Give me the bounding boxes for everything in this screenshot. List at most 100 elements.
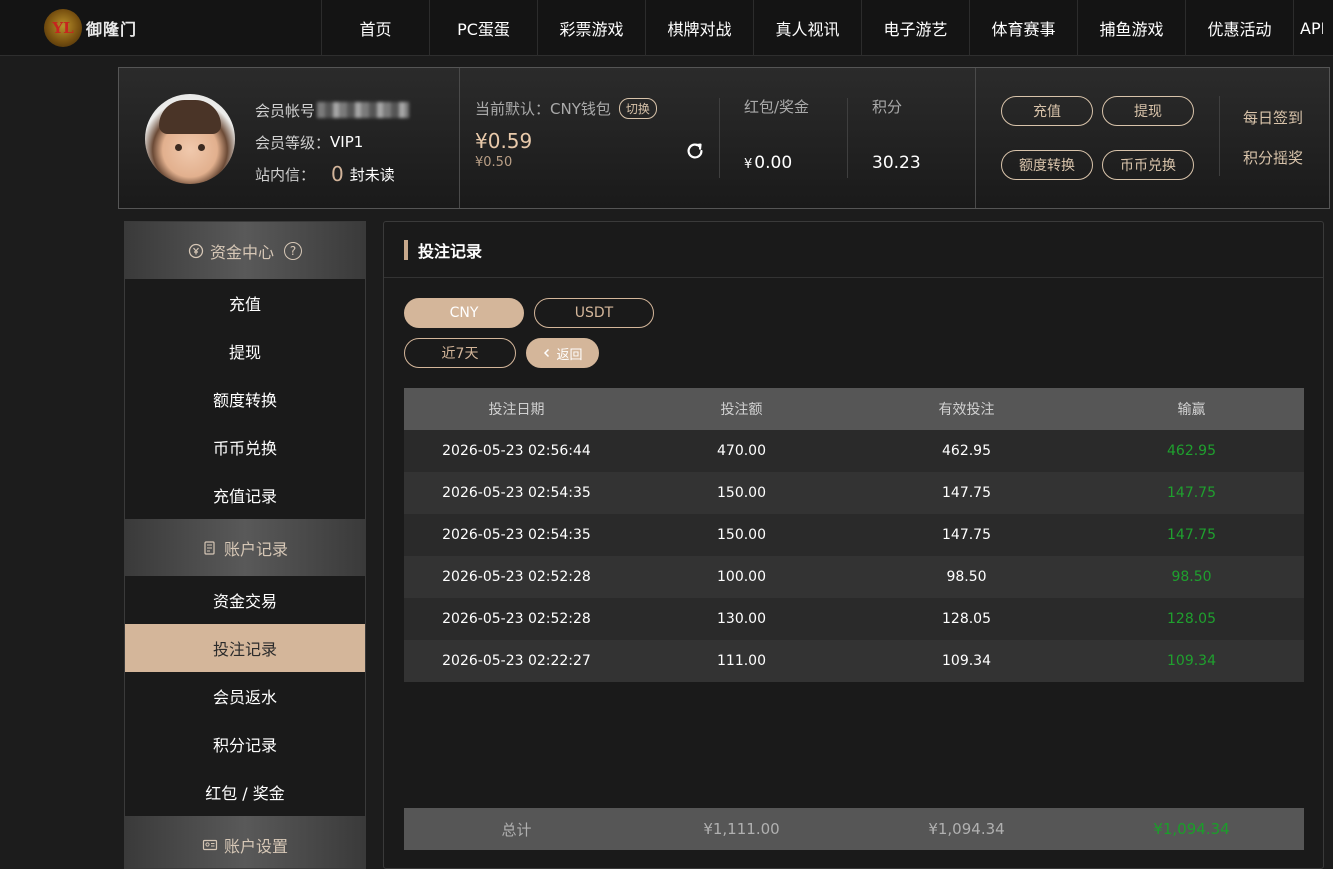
nav-item-chess-cards[interactable]: 棋牌对战: [645, 0, 753, 56]
back-label: 返回: [556, 347, 583, 363]
switch-wallet-button[interactable]: 切换: [618, 98, 657, 119]
divider: [1219, 96, 1220, 176]
cell-amount: 111.00: [717, 653, 766, 669]
points-lottery-link[interactable]: 积分摇奖: [1243, 147, 1303, 168]
menu-header-funds: 资金中心 ?: [125, 222, 365, 279]
cell-win-loss: 98.50: [1171, 569, 1212, 585]
divider: [847, 98, 848, 178]
table-row: 2026-05-23 02:56:44 470.00 462.95 462.95: [404, 430, 1304, 472]
avatar: [145, 94, 235, 184]
cell-date: 2026-05-23 02:52:28: [442, 569, 591, 585]
daily-checkin-link[interactable]: 每日签到: [1243, 107, 1303, 128]
account-id-redacted: [317, 102, 410, 118]
nav-item-lottery[interactable]: 彩票游戏: [537, 0, 645, 56]
deposit-button[interactable]: 充值: [1001, 96, 1093, 126]
col-win-loss: 输赢: [1177, 402, 1206, 418]
member-profile-panel: 会员帐号 会员等级： VIP1 站内信： 0 封未读 当前默认：CNY钱包 切换…: [118, 67, 1330, 209]
cell-win-loss: 462.95: [1167, 443, 1216, 459]
nav-item-sports[interactable]: 体育赛事: [969, 0, 1077, 56]
sidebar-menu: 资金中心 ? 充值 提现 额度转换 币币兑换 充值记录 账户记录 资金交易 投注…: [124, 221, 366, 869]
sidebar-item-transactions[interactable]: 资金交易: [125, 576, 365, 624]
cell-date: 2026-05-23 02:54:35: [442, 485, 591, 501]
nav-item-live-casino[interactable]: 真人视讯: [753, 0, 861, 56]
cell-date: 2026-05-23 02:54:35: [442, 527, 591, 543]
unread-suffix: 封未读: [349, 165, 395, 184]
coin-icon: [188, 243, 204, 258]
back-button[interactable]: 返回: [526, 338, 599, 368]
bonus-value: 0.00: [754, 153, 793, 173]
table-row: 2026-05-23 02:52:28 100.00 98.50 98.50: [404, 556, 1304, 598]
bet-records-table: 投注日期 投注额 有效投注 输赢 2026-05-23 02:56:44 470…: [404, 388, 1304, 682]
account-label: 会员帐号: [255, 101, 316, 120]
cell-valid: 98.50: [946, 569, 987, 585]
main-nav: 首页 PC蛋蛋 彩票游戏 棋牌对战 真人视讯 电子游艺 体育赛事 捕鱼游戏 优惠…: [321, 0, 1323, 56]
nav-item-fishing[interactable]: 捕鱼游戏: [1077, 0, 1185, 56]
brand-logo[interactable]: YL 御隆门: [44, 8, 140, 48]
sidebar-item-points-records[interactable]: 积分记录: [125, 720, 365, 768]
messages-label: 站内信：: [255, 165, 316, 184]
table-body: 2026-05-23 02:56:44 470.00 462.95 462.95…: [404, 430, 1304, 682]
cell-win-loss: 147.75: [1167, 527, 1216, 543]
level-label: 会员等级：: [255, 133, 331, 152]
cell-win-loss: 128.05: [1167, 611, 1216, 627]
sidebar-item-bet-records[interactable]: 投注记录: [125, 624, 365, 672]
total-bet-amount: ¥1,111.00: [703, 820, 780, 838]
cell-amount: 150.00: [717, 485, 766, 501]
cell-valid: 462.95: [942, 443, 991, 459]
nav-item-home[interactable]: 首页: [321, 0, 429, 56]
col-bet-amount: 投注额: [720, 402, 763, 418]
level-value: VIP1: [330, 133, 364, 151]
nav-item-app[interactable]: APP: [1293, 0, 1323, 56]
nav-item-promotions[interactable]: 优惠活动: [1185, 0, 1293, 56]
cell-valid: 147.75: [942, 485, 991, 501]
logo-emblem-icon: YL: [44, 9, 82, 47]
sidebar-item-deposit[interactable]: 充值: [125, 279, 365, 327]
menu-header-records-label: 账户记录: [223, 539, 288, 559]
menu-header-records: 账户记录: [125, 519, 365, 576]
withdraw-button[interactable]: 提现: [1102, 96, 1194, 126]
nav-item-pc-egg[interactable]: PC蛋蛋: [429, 0, 537, 56]
tab-cny[interactable]: CNY: [404, 298, 524, 328]
divider: [719, 98, 720, 178]
col-bet-date: 投注日期: [488, 402, 545, 418]
sidebar-item-bonus[interactable]: 红包 / 奖金: [125, 768, 365, 816]
cell-amount: 130.00: [717, 611, 766, 627]
cell-win-loss: 147.75: [1167, 485, 1216, 501]
total-win-loss: ¥1,094.34: [1153, 820, 1230, 838]
menu-header-funds-label: 资金中心: [209, 242, 274, 262]
sidebar-item-transfer[interactable]: 额度转换: [125, 375, 365, 423]
help-icon[interactable]: ?: [284, 241, 302, 260]
bet-records-panel: 投注记录 CNY USDT 近7天 返回 投注日期 投注额 有效投注 输赢 20…: [383, 221, 1324, 869]
cell-amount: 100.00: [717, 569, 766, 585]
cell-amount: 470.00: [717, 443, 766, 459]
points-label: 积分: [872, 98, 903, 116]
sidebar-item-withdraw[interactable]: 提现: [125, 327, 365, 375]
messages-row[interactable]: 站内信： 0 封未读: [255, 158, 409, 190]
bonus-currency: ¥: [744, 157, 753, 172]
table-row: 2026-05-23 02:52:28 130.00 128.05 128.05: [404, 598, 1304, 640]
cell-date: 2026-05-23 02:52:28: [442, 611, 591, 627]
menu-header-settings: 账户设置: [125, 816, 365, 868]
tab-usdt[interactable]: USDT: [534, 298, 654, 328]
sidebar-item-exchange[interactable]: 币币兑换: [125, 423, 365, 471]
cell-amount: 150.00: [717, 527, 766, 543]
cell-date: 2026-05-23 02:22:27: [442, 653, 591, 669]
bonus-label: 红包/奖金: [744, 98, 810, 116]
cell-valid: 109.34: [942, 653, 991, 669]
transfer-button[interactable]: 额度转换: [1001, 150, 1093, 180]
points-value: 30.23: [872, 153, 921, 173]
date-range-select[interactable]: 近7天: [404, 338, 516, 368]
exchange-button[interactable]: 币币兑换: [1102, 150, 1194, 180]
nav-item-slots[interactable]: 电子游艺: [861, 0, 969, 56]
sidebar-item-rebate[interactable]: 会员返水: [125, 672, 365, 720]
divider: [459, 68, 460, 208]
id-card-icon: [202, 839, 218, 850]
cell-date: 2026-05-23 02:56:44: [442, 443, 591, 459]
refresh-icon[interactable]: [684, 140, 706, 162]
cell-win-loss: 109.34: [1167, 653, 1216, 669]
total-valid-bet: ¥1,094.34: [928, 820, 1005, 838]
sidebar-item-deposit-records[interactable]: 充值记录: [125, 471, 365, 519]
bonus-stat: 红包/奖金 ¥0.00: [744, 96, 809, 173]
table-row: 2026-05-23 02:54:35 150.00 147.75 147.75: [404, 472, 1304, 514]
wallet-label: 当前默认：CNY钱包: [475, 100, 611, 118]
